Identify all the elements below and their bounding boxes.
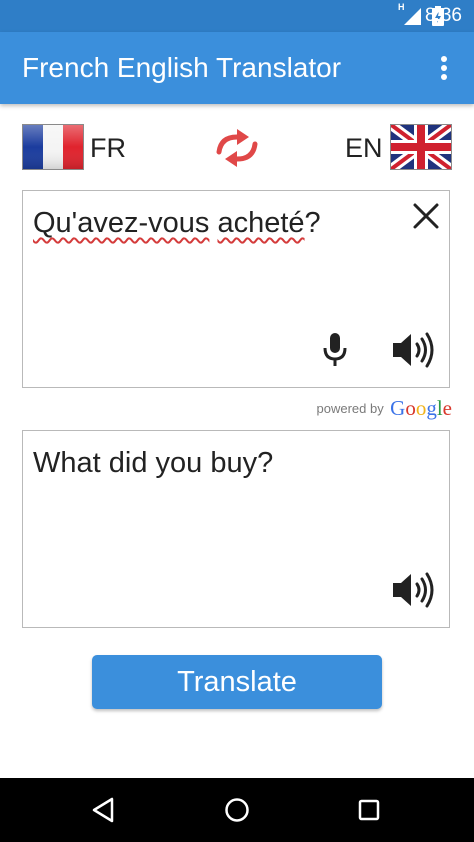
- speaker-icon: [393, 332, 434, 368]
- france-flag-icon: [22, 124, 84, 170]
- signal-label: H: [398, 2, 405, 12]
- target-language-code: EN: [345, 133, 383, 163]
- source-text[interactable]: Qu'avez-vous acheté?: [33, 205, 321, 241]
- home-icon: [225, 798, 249, 822]
- language-selector-row: FR EN: [0, 118, 474, 178]
- clear-button[interactable]: [411, 201, 441, 231]
- google-logo-letter: g: [426, 396, 437, 420]
- swap-languages-button[interactable]: [211, 126, 263, 170]
- misspelled-word: acheté: [217, 207, 305, 239]
- signal-icon: [404, 8, 421, 25]
- back-button[interactable]: [88, 794, 120, 826]
- google-logo: Google: [390, 396, 452, 420]
- swap-arrows-icon: [216, 129, 258, 167]
- recents-icon: [358, 799, 380, 821]
- source-speak-button[interactable]: [391, 331, 437, 369]
- google-logo-letter: G: [390, 396, 406, 420]
- speaker-icon: [393, 572, 434, 608]
- uk-flag-icon: [390, 124, 452, 170]
- status-time: 8:36: [425, 5, 462, 26]
- overflow-menu-button[interactable]: [428, 52, 460, 84]
- app-title: French English Translator: [22, 52, 342, 83]
- translation-text: What did you buy?: [33, 447, 274, 479]
- system-nav-bar: [0, 778, 474, 842]
- source-text-box[interactable]: Qu'avez-vous acheté?: [22, 190, 450, 388]
- app-bar: French English Translator: [0, 32, 474, 104]
- translation-speak-button[interactable]: [391, 571, 437, 609]
- google-logo-letter: o: [415, 396, 427, 420]
- recents-button[interactable]: [353, 794, 385, 826]
- close-icon: [413, 203, 439, 229]
- more-vert-icon: [441, 56, 447, 80]
- back-icon: [92, 797, 114, 823]
- google-logo-letter: o: [405, 396, 416, 420]
- status-bar: H 8:36: [0, 0, 474, 32]
- translation-text-box: What did you buy?: [22, 430, 450, 628]
- voice-input-button[interactable]: [321, 331, 349, 369]
- translate-button[interactable]: Translate: [92, 655, 382, 709]
- source-text-fragment: ?: [304, 207, 321, 239]
- microphone-icon: [323, 333, 347, 366]
- home-button[interactable]: [221, 794, 253, 826]
- powered-by-google: powered by Google: [316, 396, 452, 420]
- google-logo-letter: e: [442, 396, 452, 420]
- powered-by-label: powered by: [316, 401, 384, 416]
- misspelled-word: Qu'avez-vous: [33, 207, 210, 239]
- source-language-code: FR: [90, 133, 126, 163]
